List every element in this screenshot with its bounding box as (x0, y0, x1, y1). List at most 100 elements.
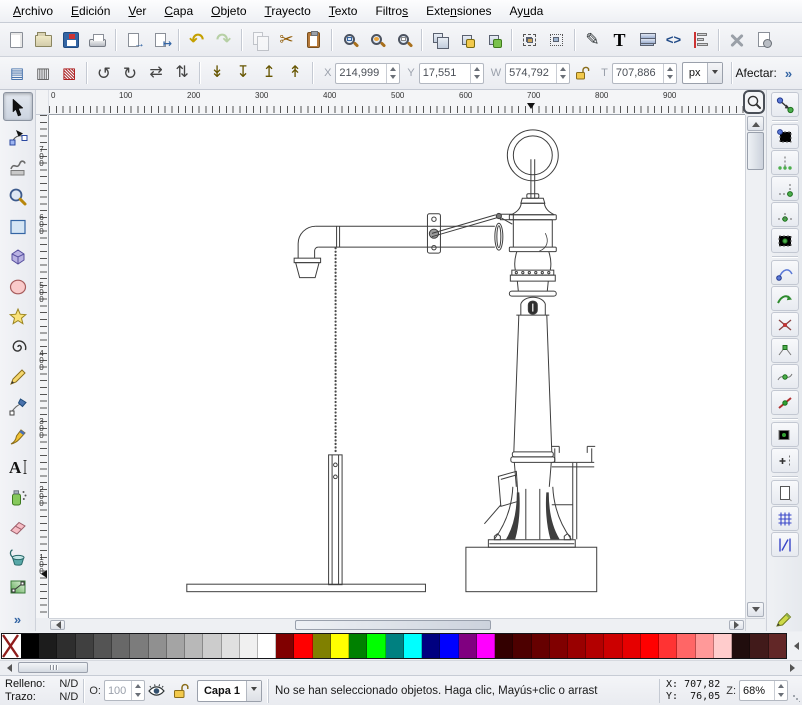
snap-smooth-nodes-button[interactable] (771, 364, 799, 389)
dock-resize-grip[interactable] (773, 609, 795, 629)
color-swatch[interactable] (477, 634, 495, 658)
horizontal-scroll-thumb[interactable] (295, 620, 491, 630)
select-all-layers-button[interactable]: ▥ (30, 60, 56, 87)
color-swatch[interactable] (222, 634, 240, 658)
color-swatch[interactable] (39, 634, 57, 658)
paste-button[interactable] (300, 26, 327, 53)
color-swatch[interactable] (294, 634, 312, 658)
flip-horizontal-button[interactable]: ⇄ (143, 60, 169, 87)
snap-nodes-button[interactable] (771, 260, 799, 285)
color-managed-display-toggle[interactable] (745, 618, 765, 631)
scroll-left-button[interactable] (50, 620, 65, 630)
zoom-steppers[interactable] (774, 681, 787, 700)
menu-ayuda[interactable]: Ayuda (501, 1, 553, 21)
color-swatch[interactable] (149, 634, 167, 658)
eraser-tool-button[interactable] (3, 512, 33, 541)
ellipse-tool-button[interactable] (3, 272, 33, 301)
box-3d-tool-button[interactable] (3, 242, 33, 271)
x-steppers[interactable] (386, 64, 399, 83)
rotate-ccw-button[interactable]: ↺ (91, 60, 117, 87)
create-clone-button[interactable] (453, 26, 480, 53)
snap-bbox-edges-button[interactable] (771, 150, 799, 175)
zoom-spinbox[interactable]: 68% (739, 680, 788, 701)
color-swatch[interactable] (532, 634, 550, 658)
color-swatch[interactable] (331, 634, 349, 658)
x-spinbox[interactable]: 214,999 (335, 63, 400, 84)
zoom-selection-button[interactable] (336, 26, 363, 53)
spray-tool-button[interactable] (3, 482, 33, 511)
rectangle-tool-button[interactable] (3, 212, 33, 241)
color-swatch[interactable] (677, 634, 695, 658)
spiral-tool-button[interactable] (3, 332, 33, 361)
color-swatch[interactable] (130, 634, 148, 658)
menu-ver[interactable]: Ver (119, 1, 155, 21)
snap-line-midpoints-button[interactable] (771, 390, 799, 415)
toolbox-overflow-button[interactable]: » (14, 612, 21, 627)
vertical-ruler[interactable]: 700 600 500 400 300 200 100 (36, 115, 49, 618)
color-swatch[interactable] (659, 634, 677, 658)
copy-button[interactable] (246, 26, 273, 53)
menu-extensiones[interactable]: Extensiones (417, 1, 500, 21)
menu-objeto[interactable]: Objeto (202, 1, 255, 21)
color-swatch[interactable] (21, 634, 39, 658)
layers-dialog-button[interactable] (633, 26, 660, 53)
color-swatch[interactable] (714, 634, 732, 658)
w-steppers[interactable] (556, 64, 569, 83)
window-resize-grip[interactable] (792, 694, 800, 702)
y-steppers[interactable] (470, 64, 483, 83)
color-swatch[interactable] (258, 634, 276, 658)
ungroup-button[interactable] (543, 26, 570, 53)
snap-rotation-centers-button[interactable] (771, 448, 799, 473)
color-swatch[interactable] (623, 634, 641, 658)
cut-button[interactable]: ✂ (273, 26, 300, 53)
export-button[interactable]: ↦ (147, 26, 174, 53)
snap-bounding-box-button[interactable] (771, 124, 799, 149)
bezier-pen-tool-button[interactable] (3, 392, 33, 421)
color-swatch[interactable] (604, 634, 622, 658)
duplicate-button[interactable] (426, 26, 453, 53)
layer-selector-dropdown[interactable]: Capa 1 (197, 680, 262, 702)
color-swatch[interactable] (550, 634, 568, 658)
palette-scrollbar-right-button[interactable] (790, 664, 799, 672)
color-swatch[interactable] (586, 634, 604, 658)
color-swatch[interactable] (112, 634, 130, 658)
sticky-zoom-toggle[interactable] (743, 90, 765, 114)
color-swatch[interactable] (76, 634, 94, 658)
color-swatch[interactable] (495, 634, 513, 658)
unit-dropdown[interactable]: px (682, 62, 723, 84)
node-editor-tool-button[interactable] (3, 122, 33, 151)
text-tool-button[interactable]: A (3, 452, 33, 481)
vertical-scroll-thumb[interactable] (747, 132, 764, 170)
menu-edicion[interactable]: Edición (62, 1, 119, 21)
color-swatch[interactable] (568, 634, 586, 658)
color-swatch[interactable] (386, 634, 404, 658)
color-swatch[interactable] (459, 634, 477, 658)
tweak-tool-button[interactable] (3, 152, 33, 181)
group-button[interactable] (516, 26, 543, 53)
y-spinbox[interactable]: 17,551 (419, 63, 484, 84)
select-all-button[interactable]: ▤ (4, 60, 30, 87)
save-document-button[interactable] (57, 26, 84, 53)
opacity-spinbox[interactable]: 100 (104, 680, 145, 701)
options-overflow-button[interactable]: » (785, 66, 792, 81)
color-swatch[interactable] (94, 634, 112, 658)
snap-grid-button[interactable] (771, 506, 799, 531)
zoom-drawing-button[interactable] (363, 26, 390, 53)
menu-texto[interactable]: Texto (320, 1, 367, 21)
snap-object-centers-button[interactable] (771, 422, 799, 447)
snap-bbox-edge-midpoints-button[interactable] (771, 202, 799, 227)
zoom-page-button[interactable] (390, 26, 417, 53)
color-swatch[interactable] (367, 634, 385, 658)
snap-bbox-centers-button[interactable] (771, 228, 799, 253)
selector-tool-button[interactable] (3, 92, 33, 121)
scroll-right-button[interactable] (729, 620, 744, 630)
paint-bucket-tool-button[interactable] (3, 542, 33, 571)
layer-lock-toggle[interactable] (169, 679, 193, 703)
calligraphy-tool-button[interactable] (3, 422, 33, 451)
xml-editor-button[interactable]: <> (660, 26, 687, 53)
snap-to-paths-button[interactable] (771, 286, 799, 311)
flip-vertical-button[interactable]: ⇅ (169, 60, 195, 87)
color-swatch[interactable] (404, 634, 422, 658)
lower-to-bottom-button[interactable]: ↡ (204, 60, 230, 87)
snap-path-intersections-button[interactable] (771, 312, 799, 337)
